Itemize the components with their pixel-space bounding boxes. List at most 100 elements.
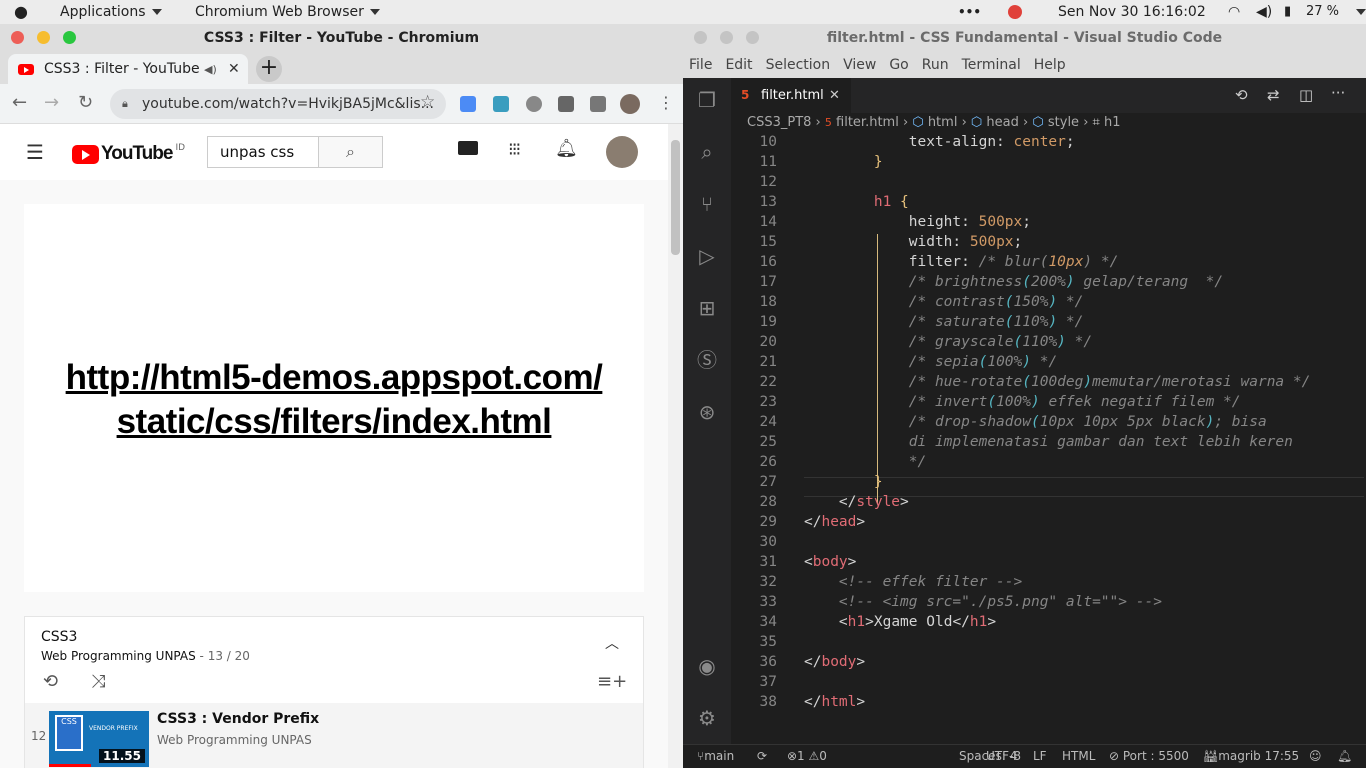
extensions-puzzle-icon[interactable]: [558, 96, 574, 112]
split-editor-icon[interactable]: ◫: [1299, 86, 1313, 104]
line-number[interactable]: 25: [731, 434, 777, 450]
code-line[interactable]: */: [804, 454, 926, 470]
code-line[interactable]: /* drop-shadow(10px 10px 5px black); bis…: [804, 414, 1267, 430]
code-line[interactable]: /* invert(100%) effek negatif filem */: [804, 394, 1241, 410]
menu-file[interactable]: File: [689, 57, 712, 73]
profile-avatar-icon[interactable]: [620, 94, 640, 114]
source-control-icon[interactable]: ⑂: [695, 192, 719, 216]
line-number[interactable]: 13: [731, 194, 777, 210]
feedback-icon[interactable]: ☺: [1309, 745, 1322, 768]
code-line[interactable]: <!-- <img src="./ps5.png" alt=""> -->: [804, 594, 1162, 610]
close-window-button[interactable]: [11, 31, 24, 44]
notifications-icon[interactable]: 🔔︎: [1337, 745, 1352, 768]
menu-go[interactable]: Go: [889, 57, 908, 73]
applications-menu[interactable]: Applications: [60, 0, 162, 24]
language-mode[interactable]: HTML: [1062, 745, 1095, 768]
playlist-channel[interactable]: Web Programming UNPAS: [41, 649, 196, 663]
line-number[interactable]: 16: [731, 254, 777, 270]
vscode-minimize-button[interactable]: [720, 31, 733, 44]
code-line[interactable]: </head>: [804, 514, 865, 530]
line-number[interactable]: 15: [731, 234, 777, 250]
end-of-line[interactable]: LF: [1033, 745, 1047, 768]
breadcrumb-style[interactable]: style: [1048, 115, 1079, 130]
page-scrollbar[interactable]: [668, 124, 683, 768]
git-branch[interactable]: ⑂ main: [697, 745, 734, 768]
code-line[interactable]: width: 500px;: [804, 234, 1023, 250]
menu-terminal[interactable]: Terminal: [962, 57, 1021, 73]
code-editor[interactable]: 10 text-align: center; 11 } 12 13 h1 {14 he…: [731, 134, 1366, 734]
code-line[interactable]: /* hue-rotate(100deg)memutar/merotasi wa…: [804, 374, 1311, 390]
vscode-maximize-button[interactable]: [746, 31, 759, 44]
code-line[interactable]: /* saturate(110%) */: [804, 314, 1084, 330]
tab-youtube[interactable]: CSS3 : Filter - YouTube ◀) ✕: [8, 54, 248, 84]
line-number[interactable]: 37: [731, 674, 777, 690]
playlist-title[interactable]: CSS3: [41, 629, 77, 645]
shuffle-icon[interactable]: ⤨: [91, 671, 105, 692]
code-line[interactable]: </style>: [804, 494, 909, 510]
chrome-menu-icon[interactable]: ⋮: [658, 93, 674, 112]
code-line[interactable]: }: [804, 154, 883, 170]
line-number[interactable]: 28: [731, 494, 777, 510]
line-number[interactable]: 17: [731, 274, 777, 290]
notifications-bell-icon[interactable]: 🔔︎: [555, 138, 578, 159]
breadcrumb-h1[interactable]: h1: [1104, 115, 1121, 130]
forward-icon[interactable]: →: [44, 92, 59, 113]
minimize-window-button[interactable]: [37, 31, 50, 44]
hamburger-menu-icon[interactable]: ☰: [26, 140, 44, 164]
breadcrumb-html[interactable]: html: [928, 115, 958, 130]
line-number[interactable]: 27: [731, 474, 777, 490]
live-share-icon[interactable]: Ⓢ: [695, 348, 719, 372]
close-tab-icon[interactable]: ✕: [228, 61, 240, 77]
code-line[interactable]: <h1>Xgame Old</h1>: [804, 614, 996, 630]
line-number[interactable]: 11: [731, 154, 777, 170]
apps-grid-icon[interactable]: ⁝⁝⁝: [508, 139, 521, 160]
breadcrumb-head[interactable]: head: [986, 115, 1018, 130]
collapse-chevron-icon[interactable]: ︿: [605, 633, 619, 653]
vscode-close-button[interactable]: [694, 31, 707, 44]
tab-filter-html[interactable]: 5 filter.html ✕: [731, 78, 851, 113]
code-line[interactable]: <body>: [804, 554, 856, 570]
url-field[interactable]: 🔒︎ youtube.com/watch?v=HvikjBA5jMc&lis..…: [110, 89, 446, 119]
reload-icon[interactable]: ↻: [78, 92, 93, 113]
battery-icon[interactable]: ▮: [1284, 0, 1291, 24]
bookmark-star-icon[interactable]: ☆: [420, 92, 435, 112]
lock-icon[interactable]: 🔒︎: [122, 89, 128, 119]
code-line[interactable]: /* brightness(200%) gelap/terang */: [804, 274, 1223, 290]
code-line[interactable]: text-align: center;: [804, 134, 1075, 150]
editor-more-actions-icon[interactable]: ···: [1331, 84, 1345, 102]
user-avatar[interactable]: [606, 136, 638, 168]
code-line[interactable]: <!-- effek filter -->: [804, 574, 1022, 590]
live-server-port[interactable]: ⊘ Port : 5500: [1109, 745, 1189, 768]
scrollbar-thumb[interactable]: [671, 140, 680, 255]
code-line[interactable]: </html>: [804, 694, 865, 710]
timeline-icon[interactable]: ⟲: [1235, 86, 1248, 104]
line-number[interactable]: 18: [731, 294, 777, 310]
playlist-item-title[interactable]: CSS3 : Vendor Prefix: [157, 711, 319, 727]
line-number[interactable]: 22: [731, 374, 777, 390]
line-number[interactable]: 32: [731, 574, 777, 590]
new-tab-button[interactable]: +: [256, 56, 282, 82]
code-line[interactable]: height: 500px;: [804, 214, 1031, 230]
line-number[interactable]: 24: [731, 414, 777, 430]
search-icon[interactable]: ⌕: [695, 140, 719, 164]
line-number[interactable]: 14: [731, 214, 777, 230]
code-line[interactable]: /* grayscale(110%) */: [804, 334, 1092, 350]
translate-extension-icon[interactable]: [460, 96, 476, 112]
line-number[interactable]: 10: [731, 134, 777, 150]
breadcrumb-file[interactable]: filter.html: [836, 115, 899, 130]
code-line[interactable]: }: [804, 474, 883, 490]
line-number[interactable]: 31: [731, 554, 777, 570]
line-number[interactable]: 36: [731, 654, 777, 670]
menu-help[interactable]: Help: [1034, 57, 1066, 73]
line-number[interactable]: 38: [731, 694, 777, 710]
clock[interactable]: Sen Nov 30 16:16:02: [1058, 0, 1206, 24]
encoding[interactable]: UTF-8: [986, 745, 1021, 768]
run-debug-icon[interactable]: ▷: [695, 244, 719, 268]
audio-playing-icon[interactable]: ◀): [204, 63, 217, 76]
line-number[interactable]: 34: [731, 614, 777, 630]
timer-extension-icon[interactable]: [526, 96, 542, 112]
code-line[interactable]: di implemenatasi gambar dan text lebih k…: [804, 434, 1293, 450]
line-number[interactable]: 30: [731, 534, 777, 550]
more-icon[interactable]: •••: [958, 0, 981, 24]
playlist-item[interactable]: 12 CSS VENDOR PREFIX 11.55 CSS3 : Vendor…: [25, 703, 643, 768]
